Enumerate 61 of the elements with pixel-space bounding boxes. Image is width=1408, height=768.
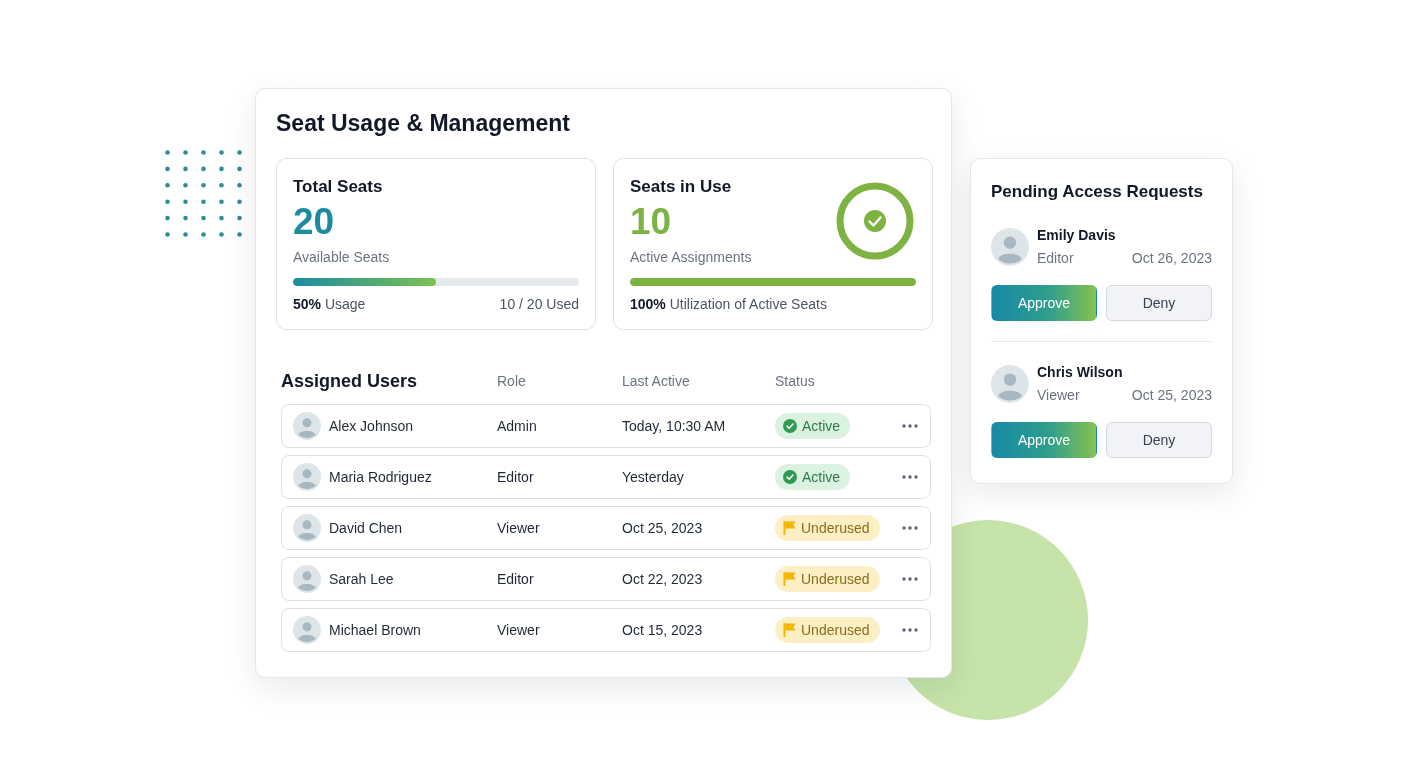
stat-caption: Available Seats [293,248,390,266]
requester-name: Emily Davis [1037,226,1117,245]
requested-role: Editor [1037,249,1074,268]
last-active-time: Oct 15, 2023 [622,622,704,638]
stat-label: Seats in Use [630,176,733,198]
status-label: Underused [801,571,870,587]
user-name: David Chen [329,520,403,536]
column-header: Status [775,372,816,390]
user-name: Alex Johnson [329,418,414,434]
more-options-icon[interactable] [902,424,918,428]
user-name: Michael Brown [329,622,421,638]
panel-title: Pending Access Requests [991,181,1204,203]
avatar-icon [293,514,321,542]
requester-name: Chris Wilson [1037,363,1124,382]
status-label: Underused [801,520,870,536]
requested-role: Viewer [1037,386,1080,405]
seats-used-count: 10 / 20 Used [499,295,579,313]
stat-label: Total Seats [293,176,384,198]
user-role: Editor [497,571,535,587]
flag-icon [783,623,796,637]
column-header: Last Active [622,372,691,390]
last-active-time: Oct 22, 2023 [622,571,704,587]
avatar-icon [293,412,321,440]
deny-button[interactable]: Deny [1106,422,1212,458]
last-active-time: Today, 10:30 AM [622,418,727,434]
check-ring-icon [836,182,914,260]
more-options-icon[interactable] [902,526,918,530]
check-circle-icon [783,419,797,433]
request-date: Oct 25, 2023 [1131,386,1212,405]
panel-title: Seat Usage & Management [276,109,571,138]
check-circle-icon [783,470,797,484]
user-name: Maria Rodriguez [329,469,432,485]
flag-icon [783,521,796,535]
user-name: Sarah Lee [329,571,394,587]
usage-summary: 100% Utilization of Active Seats [630,295,827,313]
more-options-icon[interactable] [902,628,918,632]
stat-value: 10 [630,202,673,242]
avatar-icon [991,227,1029,266]
status-label: Active [802,418,841,434]
status-label: Underused [801,622,870,638]
last-active-time: Yesterday [622,469,685,485]
column-header: Role [497,372,527,390]
avatar-icon [293,565,321,593]
user-role: Editor [497,469,535,485]
more-options-icon[interactable] [902,475,918,479]
avatar-icon [293,616,321,644]
more-options-icon[interactable] [902,577,918,581]
request-date: Oct 26, 2023 [1131,249,1212,268]
stat-caption: Active Assignments [630,248,752,266]
usage-summary: 50% Usage [293,295,366,313]
status-label: Active [802,469,841,485]
user-role: Admin [497,418,538,434]
flag-icon [783,572,796,586]
last-active-time: Oct 25, 2023 [622,520,704,536]
avatar-icon [991,364,1029,403]
avatar-icon [293,463,321,491]
section-title: Assigned Users [281,370,419,392]
user-role: Viewer [497,622,541,638]
user-role: Viewer [497,520,541,536]
deny-button[interactable]: Deny [1106,285,1212,321]
stat-value: 20 [293,202,336,242]
